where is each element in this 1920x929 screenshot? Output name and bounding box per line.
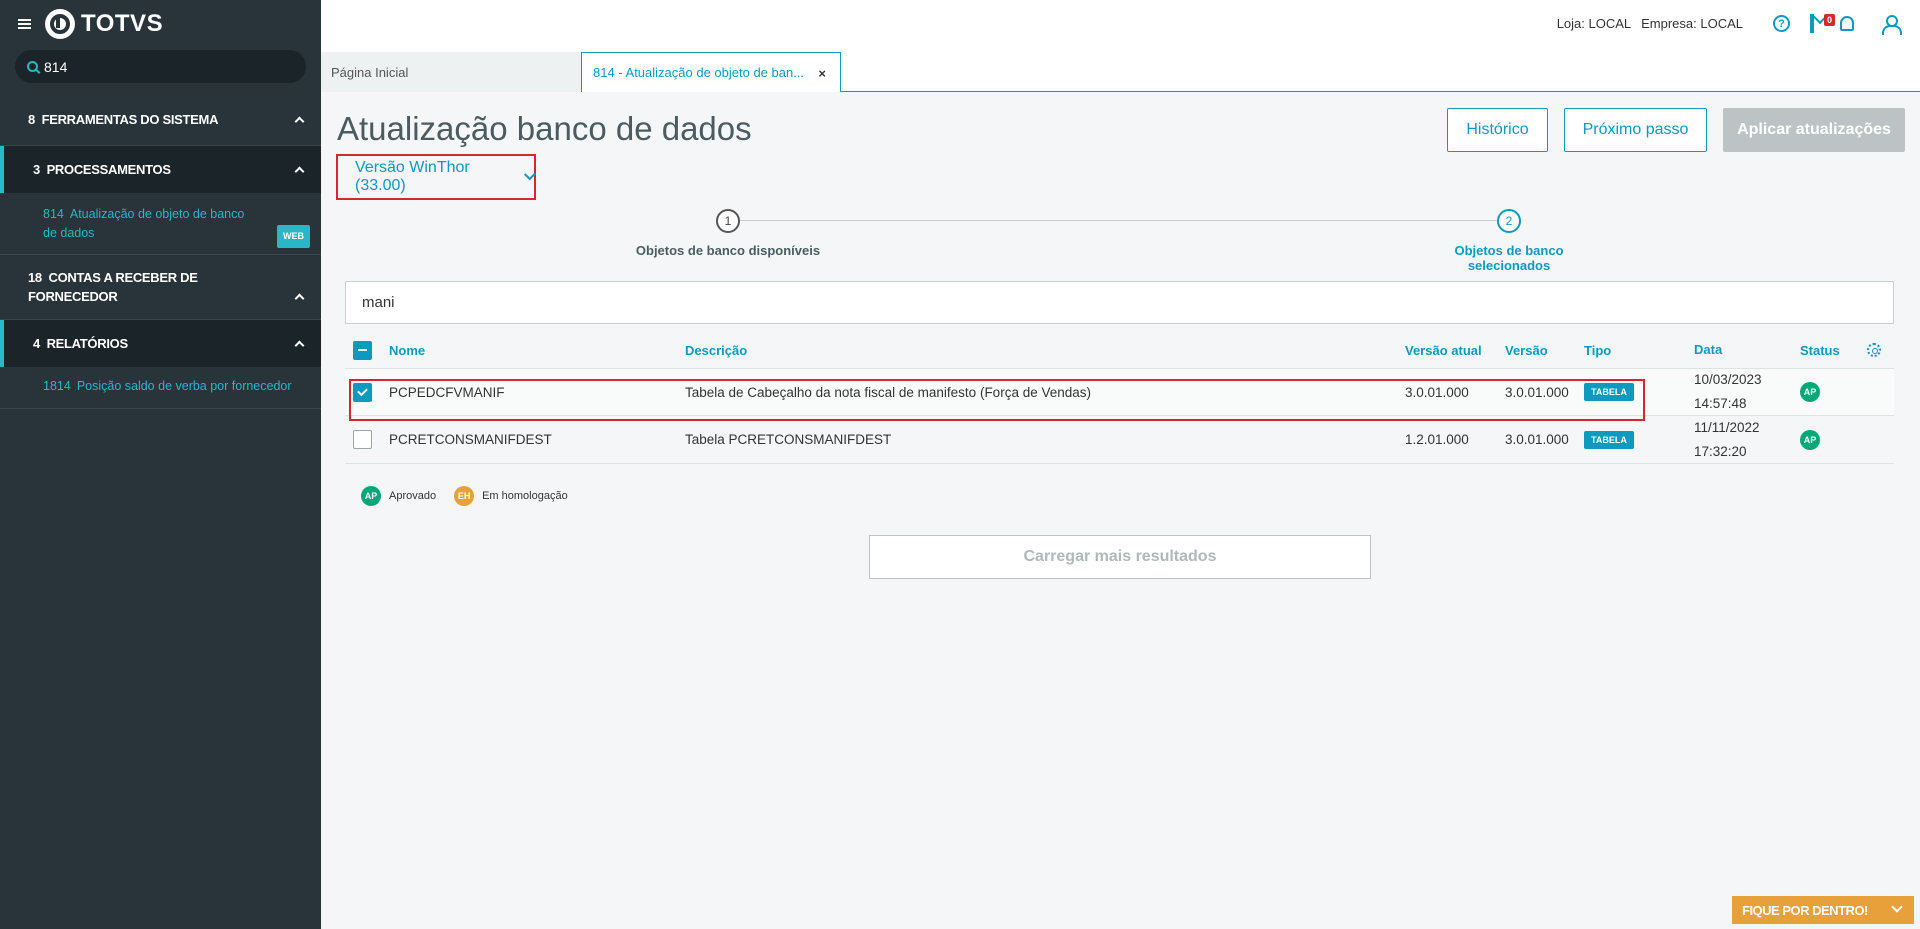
search-icon [27,61,38,72]
column-header-versao[interactable]: Versão [1505,332,1548,368]
settings-gear-icon[interactable] [1867,343,1881,357]
logo: TOTVS [45,9,163,39]
tipo-tag: TABELA [1584,383,1634,401]
tab-814-atualizacao[interactable]: 814 - Atualização de objeto de ban... × [581,52,841,93]
mail-count-badge: 0 [1824,14,1836,26]
chevron-up-icon [294,293,305,303]
legend-item-aprovado: AP Aprovado [361,486,436,506]
logo-text: TOTVS [81,10,164,37]
cell-nome: PCRETCONSMANIFDEST [389,432,552,447]
tab-pagina-inicial[interactable]: Página Inicial [321,52,581,92]
page-title: Atualização banco de dados [337,110,752,147]
row-checkbox[interactable] [353,382,372,402]
historico-button[interactable]: Histórico [1447,108,1548,152]
table-row[interactable]: PCPEDCFVMANIF Tabela de Cabeçalho da not… [345,368,1894,416]
chevron-down-icon [523,168,536,181]
cell-descricao: Tabela PCRETCONSMANIFDEST [685,432,892,447]
main-content: Atualização banco de dados Versão WinTho… [321,92,1920,929]
status-badge: AP [1800,429,1820,450]
chevron-up-icon [294,166,305,177]
ap-badge-icon: AP [361,486,381,506]
sidebar-menu: 8 FERRAMENTAS DO SISTEMA 3 PROCESSAMENTO… [0,94,321,409]
status-legend: AP Aprovado EH Em homologação [361,486,586,506]
sidebar-item-processamentos[interactable]: 3 PROCESSAMENTOS [0,146,321,193]
web-badge: WEB [277,225,310,248]
proximo-passo-button[interactable]: Próximo passo [1564,108,1707,152]
step-2-circle[interactable]: 2 [1497,209,1521,233]
cell-descricao: Tabela de Cabeçalho da nota fiscal de ma… [685,384,1092,400]
sidebar-search-input[interactable] [44,58,264,75]
cell-versao: 3.0.01.000 [1505,432,1569,447]
sidebar-item-contas-receber[interactable]: 18 CONTAS A RECEBER DE FORNECEDOR [0,255,321,319]
chevron-up-icon [294,340,305,351]
sidebar-header: TOTVS [0,0,321,48]
aplicar-atualizacoes-button[interactable]: Aplicar atualizações [1723,108,1905,152]
sidebar-group-processamentos: 3 PROCESSAMENTOS 814 Atualização de objet… [0,146,321,255]
close-icon[interactable]: × [818,66,826,81]
chevron-down-icon [1891,901,1903,913]
status-badge: AP [1800,382,1820,402]
row-checkbox[interactable] [353,430,372,449]
column-header-data[interactable]: Data [1694,332,1722,368]
select-all-checkbox[interactable] [353,340,372,360]
sidebar-item-label: 4 RELATÓRIOS [33,336,128,351]
sidebar-group-relatorios: 4 RELATÓRIOS 1814 Posição saldo de verba … [0,320,321,409]
loja-label[interactable]: Loja: LOCAL [1557,16,1631,31]
cell-versao-atual: 1.2.01.000 [1405,432,1469,447]
top-bar: Loja: LOCAL Empresa: LOCAL ? 0 [321,0,1920,52]
column-header-status[interactable]: Status [1800,332,1840,368]
fique-por-dentro-button[interactable]: FIQUE POR DENTRO! [1732,896,1914,924]
table-row[interactable]: PCRETCONSMANIFDEST Tabela PCRETCONSMANIF… [345,416,1894,464]
sidebar-item-label: 8 FERRAMENTAS DO SISTEMA [28,112,219,127]
chevron-up-icon [294,116,305,127]
help-icon[interactable]: ? [1773,15,1790,32]
sidebar-item-label: 18 CONTAS A RECEBER DE FORNECEDOR [28,270,198,304]
stepper-line [728,220,1508,221]
totvs-logo-icon [45,9,75,39]
column-header-tipo[interactable]: Tipo [1584,332,1611,368]
step-1-label: Objetos de banco disponíveis [635,243,821,258]
sidebar-item-relatorios[interactable]: 4 RELATÓRIOS [0,320,321,367]
column-header-descricao[interactable]: Descrição [685,332,747,368]
objects-table: Nome Descrição Versão atual Versão Tipo … [345,332,1894,464]
hamburger-menu-icon[interactable] [18,19,31,29]
cell-data: 10/03/2023 14:57:48 [1694,372,1762,411]
tab-bar: Página Inicial 814 - Atualização de obje… [321,52,1920,93]
step-2-label: Objetos de banco selecionados [1454,243,1564,273]
mail-icon[interactable]: 0 [1810,14,1836,33]
column-header-versao-atual[interactable]: Versão atual [1405,332,1482,368]
bell-icon[interactable] [1840,16,1854,31]
step-1-circle[interactable]: 1 [716,209,740,233]
sidebar-item-ferramentas[interactable]: 8 FERRAMENTAS DO SISTEMA [0,94,321,145]
top-bar-right: Loja: LOCAL Empresa: LOCAL ? 0 [1557,14,1902,35]
cell-versao-atual: 3.0.01.000 [1405,384,1469,400]
cell-nome: PCPEDCFVMANIF [389,384,505,400]
legend-item-homologacao: EH Em homologação [454,486,568,506]
sidebar-subitem-814[interactable]: 814 Atualização de objeto de banco de dad… [0,193,321,254]
eh-badge-icon: EH [454,486,475,506]
sidebar-search [15,50,306,83]
column-header-nome[interactable]: Nome [389,332,425,368]
user-icon[interactable] [1882,15,1902,35]
version-dropdown[interactable]: Versão WinThor (33.00) [336,154,536,200]
sidebar-group-ferramentas: 8 FERRAMENTAS DO SISTEMA [0,94,321,146]
empresa-label[interactable]: Empresa: LOCAL [1641,16,1743,31]
tipo-tag: TABELA [1584,430,1634,449]
cell-data: 11/11/2022 17:32:20 [1694,419,1760,459]
sidebar-group-contas: 18 CONTAS A RECEBER DE FORNECEDOR [0,255,321,320]
load-more-button[interactable]: Carregar mais resultados [869,535,1371,579]
filter-input[interactable]: mani [345,281,1894,324]
sidebar: TOTVS 8 FERRAMENTAS DO SISTEMA 3 PROCESS… [0,0,321,929]
sidebar-item-label: 3 PROCESSAMENTOS [33,162,171,177]
cell-versao: 3.0.01.000 [1505,384,1569,400]
table-header: Nome Descrição Versão atual Versão Tipo … [345,332,1894,368]
sidebar-subitem-1814[interactable]: 1814 Posição saldo de verba por fornecedo… [0,367,321,408]
